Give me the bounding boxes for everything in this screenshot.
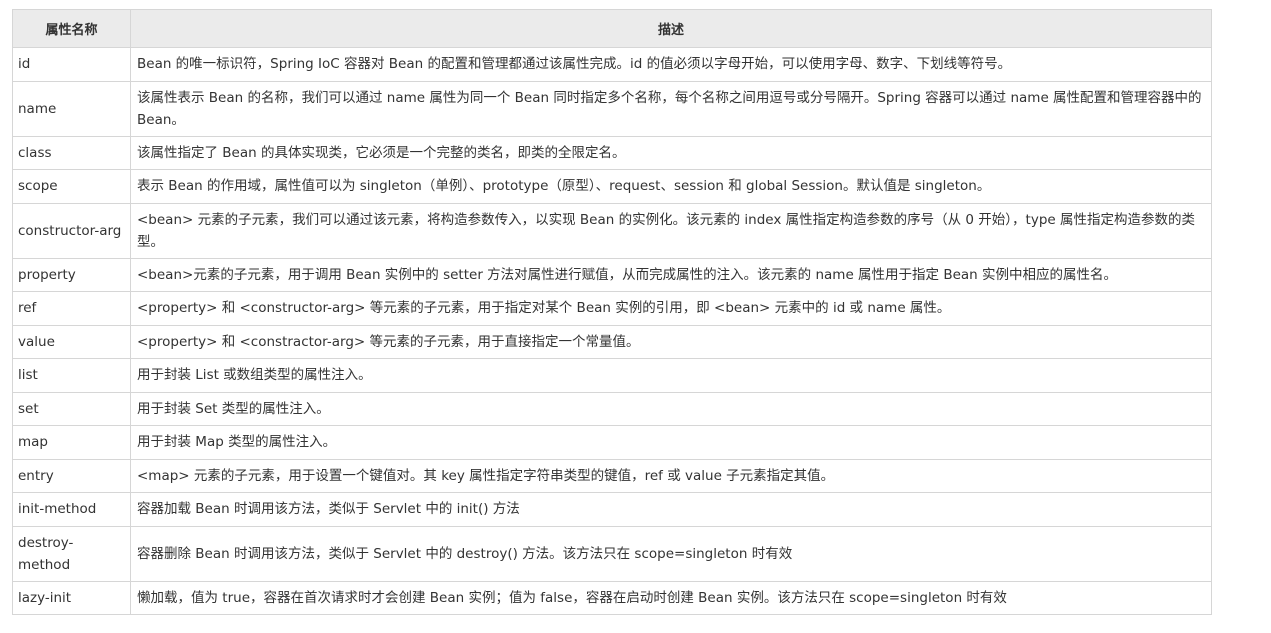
table-row: class 该属性指定了 Bean 的具体实现类，它必须是一个完整的类名，即类的… [12,135,1212,170]
description-cell: 用于封装 Map 类型的属性注入。 [130,425,1212,460]
table-row: ref <property> 和 <constructor-arg> 等元素的子… [12,291,1212,326]
description-cell: 该属性指定了 Bean 的具体实现类，它必须是一个完整的类名，即类的全限定名。 [130,135,1212,170]
attribute-name-cell: destroy-method [12,525,131,582]
description-cell: <property> 和 <constructor-arg> 等元素的子元素，用… [130,291,1212,326]
header-attribute-name: 属性名称 [12,9,131,48]
table-header: 属性名称 描述 [12,9,1212,48]
attribute-name-cell: class [12,135,131,170]
table-row: value <property> 和 <constractor-arg> 等元素… [12,324,1212,359]
header-description: 描述 [130,9,1212,48]
table-row: entry <map> 元素的子元素，用于设置一个键值对。其 key 属性指定字… [12,458,1212,493]
description-cell: Bean 的唯一标识符，Spring IoC 容器对 Bean 的配置和管理都通… [130,47,1212,82]
table-row: destroy-method 容器删除 Bean 时调用该方法，类似于 Serv… [12,525,1212,582]
attribute-name-cell: value [12,324,131,359]
attribute-name-cell: name [12,80,131,137]
table-row: lazy-init 懒加载，值为 true，容器在首次请求时才会创建 Bean … [12,580,1212,615]
attribute-name-cell: constructor-arg [12,202,131,259]
attribute-name-cell: lazy-init [12,580,131,615]
table-row: constructor-arg <bean> 元素的子元素，我们可以通过该元素，… [12,202,1212,259]
description-cell: 用于封装 Set 类型的属性注入。 [130,391,1212,426]
description-cell: <bean> 元素的子元素，我们可以通过该元素，将构造参数传入，以实现 Bean… [130,202,1212,259]
description-cell: 该属性表示 Bean 的名称，我们可以通过 name 属性为同一个 Bean 同… [130,80,1212,137]
description-cell: 容器删除 Bean 时调用该方法，类似于 Servlet 中的 destroy(… [130,525,1212,582]
attribute-name-cell: id [12,47,131,82]
description-cell: <map> 元素的子元素，用于设置一个键值对。其 key 属性指定字符串类型的键… [130,458,1212,493]
description-cell: 用于封装 List 或数组类型的属性注入。 [130,358,1212,393]
table-row: property <bean>元素的子元素，用于调用 Bean 实例中的 set… [12,257,1212,292]
table-row: name 该属性表示 Bean 的名称，我们可以通过 name 属性为同一个 B… [12,80,1212,137]
table-row: scope 表示 Bean 的作用域，属性值可以为 singleton（单例）、… [12,169,1212,204]
attribute-name-cell: property [12,257,131,292]
attribute-name-cell: scope [12,169,131,204]
table-row: id Bean 的唯一标识符，Spring IoC 容器对 Bean 的配置和管… [12,47,1212,82]
description-cell: <bean>元素的子元素，用于调用 Bean 实例中的 setter 方法对属性… [130,257,1212,292]
attribute-name-cell: init-method [12,492,131,527]
attribute-name-cell: ref [12,291,131,326]
header-row: 属性名称 描述 [12,9,1212,48]
table-body: id Bean 的唯一标识符，Spring IoC 容器对 Bean 的配置和管… [12,47,1212,615]
table-row: list 用于封装 List 或数组类型的属性注入。 [12,358,1212,393]
description-cell: 表示 Bean 的作用域，属性值可以为 singleton（单例）、protot… [130,169,1212,204]
table-row: map 用于封装 Map 类型的属性注入。 [12,425,1212,460]
description-cell: 懒加载，值为 true，容器在首次请求时才会创建 Bean 实例；值为 fals… [130,580,1212,615]
attribute-name-cell: list [12,358,131,393]
attribute-table: 属性名称 描述 id Bean 的唯一标识符，Spring IoC 容器对 Be… [12,9,1212,615]
attribute-name-cell: set [12,391,131,426]
attribute-name-cell: map [12,425,131,460]
table-row: set 用于封装 Set 类型的属性注入。 [12,391,1212,426]
description-cell: 容器加载 Bean 时调用该方法，类似于 Servlet 中的 init() 方… [130,492,1212,527]
attribute-name-cell: entry [12,458,131,493]
description-cell: <property> 和 <constractor-arg> 等元素的子元素，用… [130,324,1212,359]
table-row: init-method 容器加载 Bean 时调用该方法，类似于 Servlet… [12,492,1212,527]
